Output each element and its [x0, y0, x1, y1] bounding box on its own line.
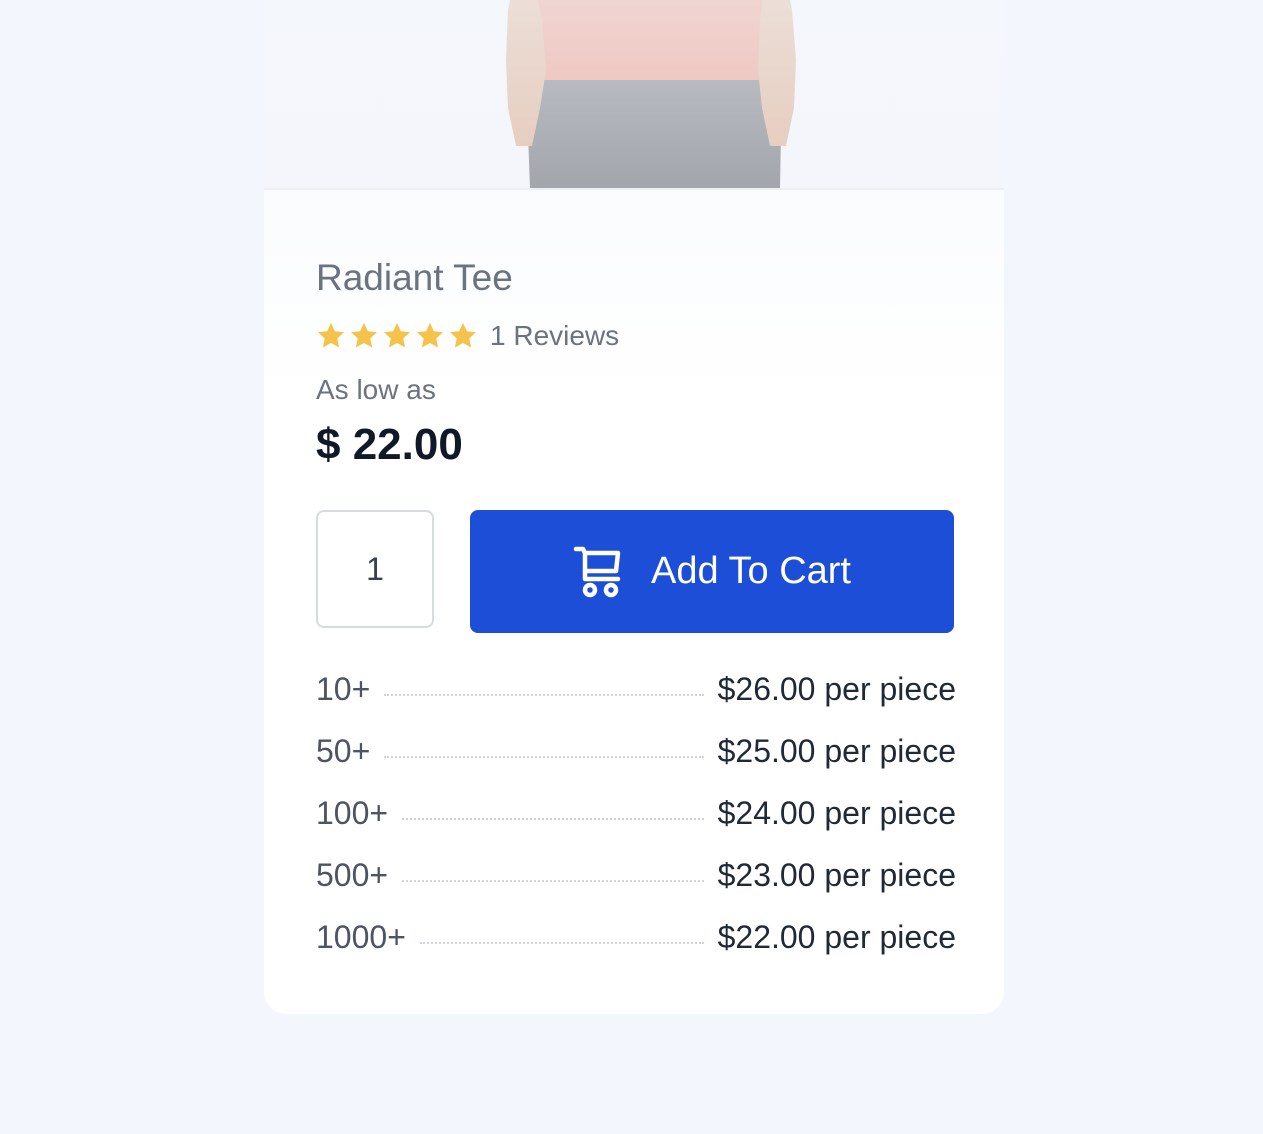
tier-leader-dots	[402, 879, 704, 882]
star-icon	[384, 322, 410, 348]
tier-quantity: 10+	[316, 671, 371, 707]
tier-price: $22.00 per piece	[717, 919, 956, 955]
tier-price-row: 100+ $24.00 per piece	[316, 792, 956, 854]
product-image[interactable]	[264, 0, 1004, 190]
tier-price-row: 500+ $23.00 per piece	[316, 854, 956, 916]
add-to-cart-label: Add To Cart	[651, 550, 851, 592]
tier-price: $26.00 per piece	[717, 671, 956, 707]
tier-quantity: 100+	[316, 795, 389, 831]
tier-price: $24.00 per piece	[717, 795, 956, 831]
product-title[interactable]: Radiant Tee	[316, 254, 513, 302]
star-icon	[351, 322, 377, 348]
add-to-cart-button[interactable]: Add To Cart	[470, 510, 954, 633]
star-rating	[316, 321, 478, 351]
reviews-link[interactable]: 1 Reviews	[490, 320, 619, 352]
tier-price-row: 1000+ $22.00 per piece	[316, 916, 956, 978]
tier-price-row: 50+ $25.00 per piece	[316, 730, 956, 792]
tier-price-list: 10+ $26.00 per piece 50+ $25.00 per piec…	[316, 668, 956, 978]
tier-quantity: 500+	[316, 857, 389, 893]
tier-leader-dots	[419, 941, 704, 944]
star-icon	[417, 322, 443, 348]
tier-leader-dots	[384, 755, 704, 758]
tier-price-row: 10+ $26.00 per piece	[316, 668, 956, 730]
tier-quantity: 1000+	[316, 919, 406, 955]
product-card: Radiant Tee 1 Reviews As low as $ 22.00 …	[264, 0, 1004, 1014]
rating-summary: 1 Reviews	[316, 316, 619, 356]
star-icon	[450, 322, 476, 348]
tier-leader-dots	[384, 693, 704, 696]
cart-icon	[573, 545, 623, 599]
product-price: $ 22.00	[316, 420, 463, 469]
tier-price: $23.00 per piece	[717, 857, 956, 893]
tier-quantity: 50+	[316, 733, 371, 769]
price-prefix: As low as	[316, 374, 436, 405]
star-icon	[318, 322, 344, 348]
tier-price: $25.00 per piece	[717, 733, 956, 769]
quantity-input[interactable]	[316, 510, 434, 628]
tier-leader-dots	[402, 817, 704, 820]
model-image	[506, 0, 796, 188]
